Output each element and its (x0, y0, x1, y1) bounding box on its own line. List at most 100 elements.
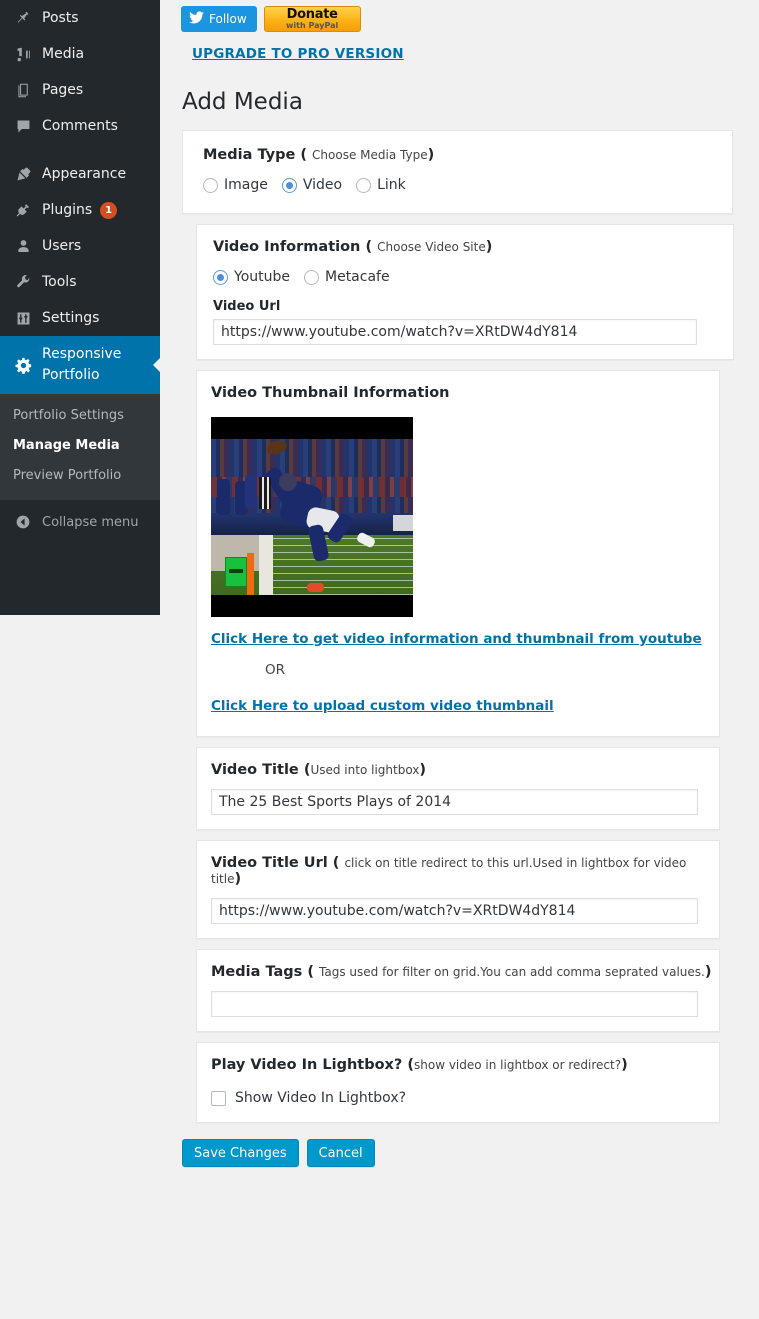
video-title-url-input[interactable] (211, 898, 698, 924)
paren-open: ( (402, 1057, 414, 1073)
sidebar-item-appearance[interactable]: Appearance (0, 156, 160, 192)
upload-custom-thumbnail-link[interactable]: Click Here to upload custom video thumbn… (211, 698, 554, 714)
paren-close: ) (427, 147, 435, 163)
paren-open: ( (298, 762, 311, 778)
radio-metacafe-icon[interactable] (304, 269, 319, 285)
video-information-title: Video Information (213, 239, 361, 255)
video-site-radio-group: Youtube Metacafe (213, 269, 733, 285)
video-url-label: Video Url (213, 299, 281, 314)
user-icon (13, 236, 33, 256)
sideline-player-3 (245, 475, 257, 509)
save-changes-button[interactable]: Save Changes (182, 1139, 299, 1167)
sidebar-item-users[interactable]: Users (0, 228, 160, 264)
show-in-lightbox-checkbox[interactable] (211, 1090, 226, 1106)
sidebar-item-preview-portfolio[interactable]: Preview Portfolio (0, 461, 160, 491)
twitter-follow-button[interactable]: Follow (181, 6, 257, 32)
letterbox-top (211, 417, 413, 439)
video-thumbnail-panel: Video Thumbnail Information Click Here t… (196, 370, 720, 737)
media-type-heading: Media Type ( Choose Media Type) (203, 147, 732, 163)
wrench-icon (13, 272, 33, 292)
sidebar-item-plugins[interactable]: Plugins 1 (0, 192, 160, 228)
sidebar-item-media[interactable]: Media (0, 36, 160, 72)
settings-sliders-icon (13, 308, 33, 328)
player-helmet (279, 473, 297, 491)
video-title-url-heading: Video Title Url ( click on title redirec… (211, 855, 719, 887)
video-site-option-label: Metacafe (325, 269, 390, 285)
paren-close: ) (419, 762, 427, 778)
radio-youtube-icon[interactable] (213, 269, 228, 285)
referee (259, 477, 271, 509)
media-type-option-link[interactable]: Link (356, 177, 406, 193)
video-title-input[interactable] (211, 789, 698, 815)
media-type-option-label: Link (377, 177, 406, 193)
radio-image-icon[interactable] (203, 177, 218, 193)
twitter-follow-label: Follow (209, 12, 247, 26)
sidebar-item-settings[interactable]: Settings (0, 300, 160, 336)
paren-open: ( (327, 855, 340, 871)
sidebar-item-manage-media[interactable]: Manage Media (0, 431, 160, 461)
sidebar-item-label: Media (42, 46, 85, 62)
video-site-option-metacafe[interactable]: Metacafe (304, 269, 390, 285)
promo-toolbar: Follow Donate with PayPal UPGRADE TO PRO… (160, 0, 759, 62)
sidebar-item-posts[interactable]: Posts (0, 0, 160, 36)
paren-close: ) (621, 1057, 628, 1073)
fetch-video-info-link[interactable]: Click Here to get video information and … (211, 631, 702, 647)
media-type-option-video[interactable]: Video (281, 177, 343, 193)
admin-page: Posts Media Pages Comments Appearance Pl… (0, 0, 759, 1319)
paren-close: ) (234, 871, 242, 887)
sidebar-submenu: Portfolio Settings Manage Media Preview … (0, 394, 160, 500)
play-in-lightbox-label: Play Video In Lightbox? (211, 1057, 403, 1073)
media-type-option-label: Video (302, 177, 343, 193)
cancel-button[interactable]: Cancel (306, 1139, 375, 1167)
sidebar-item-pages[interactable]: Pages (0, 72, 160, 108)
appearance-brush-icon (13, 164, 33, 184)
video-title-url-panel: Video Title Url ( click on title redirec… (196, 840, 720, 939)
radio-link-icon[interactable] (356, 177, 372, 193)
sidebar-item-label: Responsive Portfolio (42, 346, 122, 383)
sidebar-item-portfolio-settings[interactable]: Portfolio Settings (0, 401, 160, 431)
or-separator: OR (265, 662, 286, 678)
orange-pylon (247, 553, 254, 597)
banner-text-right (393, 515, 413, 531)
show-in-lightbox-checkbox-row[interactable]: Show Video In Lightbox? (211, 1090, 719, 1106)
collapse-menu-button[interactable]: Collapse menu (0, 500, 160, 544)
plugins-update-badge: 1 (100, 201, 118, 219)
video-information-heading: Video Information ( Choose Video Site) (213, 239, 733, 255)
paypal-donate-button[interactable]: Donate with PayPal (263, 6, 361, 32)
paren-open: ( (302, 964, 314, 980)
video-title-label: Video Title (211, 762, 299, 778)
sidebar-item-label: Settings (42, 310, 100, 326)
sidebar-item-responsive-portfolio[interactable]: Responsive Portfolio (0, 336, 161, 394)
sidebar-item-comments[interactable]: Comments (0, 108, 160, 144)
promo-button-row: Follow Donate with PayPal (181, 6, 759, 32)
media-tags-input[interactable] (211, 991, 698, 1017)
upgrade-to-pro-link[interactable]: UPGRADE TO PRO VERSION (192, 46, 404, 62)
paren-close: ) (704, 964, 712, 980)
thumbnail-canvas (211, 417, 413, 617)
paypal-donate-label: Donate (286, 7, 338, 22)
sidebar-item-label: Appearance (42, 166, 127, 182)
video-site-option-youtube[interactable]: Youtube (213, 269, 290, 285)
letterbox-bottom (211, 595, 413, 617)
sidebar-item-tools[interactable]: Tools (0, 264, 160, 300)
sidebar-item-label: Posts (42, 10, 79, 26)
video-url-input[interactable] (213, 319, 697, 345)
media-type-option-image[interactable]: Image (203, 177, 268, 193)
collapse-menu-label: Collapse menu (42, 514, 139, 530)
paren-open: ( (360, 239, 373, 255)
plugin-icon (13, 200, 33, 220)
pin-icon (13, 8, 33, 28)
radio-video-icon[interactable] (281, 177, 297, 193)
player-cleat-left (307, 583, 324, 592)
sidebar-item-label: Pages (42, 82, 84, 98)
media-icon (13, 44, 33, 64)
sidebar-item-label: Tools (42, 274, 77, 290)
paren-open: ( (295, 147, 307, 163)
sidebar-item-label: Plugins (42, 202, 93, 218)
sideline-stripe (259, 535, 273, 595)
admin-sidebar: Posts Media Pages Comments Appearance Pl… (0, 0, 161, 615)
media-type-hint: Choose Media Type (312, 148, 428, 162)
media-tags-heading: Media Tags ( Tags used for filter on gri… (211, 964, 719, 980)
media-type-panel: Media Type ( Choose Media Type) Image Vi… (182, 130, 733, 214)
video-information-panel: Video Information ( Choose Video Site) Y… (196, 224, 734, 360)
